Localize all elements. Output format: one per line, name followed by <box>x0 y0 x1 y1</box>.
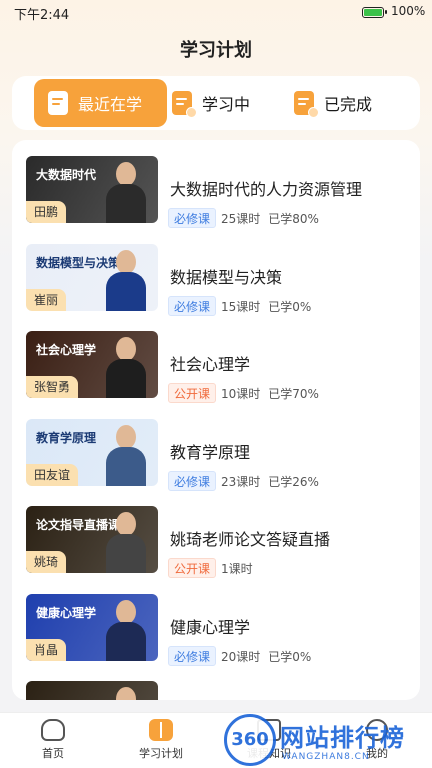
lesson-count: 15课时 <box>221 300 261 314</box>
thumbnail-banner: 健康心理学 <box>36 606 97 620</box>
battery-icon <box>362 7 387 18</box>
watermark-badge: 360 <box>224 714 276 766</box>
teacher-name: 田鹏 <box>26 201 67 223</box>
course-title: 数据模型与决策 <box>170 268 283 287</box>
lesson-count: 23课时 <box>221 475 261 489</box>
course-title: 教育学原理 <box>170 443 251 462</box>
course-item[interactable]: 熊伟老师论文答疑直播课 <box>12 681 420 700</box>
lesson-count: 1课时 <box>221 562 253 576</box>
course-type-tag: 公开课 <box>168 383 217 403</box>
lesson-count: 10课时 <box>221 387 261 401</box>
course-item[interactable]: 社会心理学 张智勇 社会心理学 公开课 10课时 已学70% <box>12 331 420 411</box>
course-meta: 23课时 已学26% <box>221 473 319 490</box>
study-progress: 已学26% <box>268 475 319 489</box>
course-item[interactable]: 健康心理学 肖晶 健康心理学 必修课 20课时 已学0% <box>12 594 420 674</box>
watermark-url: WANGZHAN8.CN <box>282 752 370 762</box>
course-thumbnail: 论文指导直播课 姚琦 <box>26 506 158 573</box>
nav-home[interactable]: 首页 <box>10 719 96 761</box>
course-title: 社会心理学 <box>170 355 251 374</box>
thumbnail-banner: 大数据时代 <box>36 168 97 182</box>
course-meta: 15课时 已学0% <box>221 298 311 315</box>
course-title: 健康心理学 <box>170 618 251 637</box>
course-thumbnail: 健康心理学肖晶 <box>26 594 158 661</box>
document-check-icon <box>294 91 319 118</box>
thumbnail-banner: 教育学原理 <box>36 431 97 445</box>
course-item[interactable]: 大数据时代 田鹏 大数据时代的人力资源管理 必修课 25课时 已学80% <box>12 156 420 236</box>
course-type-tag: 必修课 <box>168 296 217 316</box>
course-list: 大数据时代 田鹏 大数据时代的人力资源管理 必修课 25课时 已学80% 数据模型与决策 崔丽… <box>12 140 420 700</box>
teacher-photo <box>106 250 146 311</box>
teacher-photo <box>106 687 146 700</box>
tab-completed[interactable]: 已完成 <box>294 79 372 127</box>
thumbnail-banner: 社会心理学 <box>36 343 97 357</box>
status-time: 下午2:44 <box>14 8 70 23</box>
tab-label: 已完成 <box>324 95 373 114</box>
tab-recent[interactable]: 最近在学 <box>34 79 167 127</box>
page-title: 学习计划 <box>180 40 252 61</box>
nav-study-plan[interactable]: 学习计划 <box>118 719 204 761</box>
course-type-tag: 必修课 <box>168 208 217 228</box>
tab-bar: 最近在学 学习中 已完成 <box>12 76 420 130</box>
teacher-photo <box>106 425 146 486</box>
course-thumbnail <box>26 681 158 700</box>
course-title: 大数据时代的人力资源管理 <box>170 180 363 199</box>
course-thumbnail: 数据模型与决策 崔丽 <box>26 244 158 311</box>
course-meta: 1课时 <box>221 560 253 577</box>
document-progress-icon <box>172 91 197 118</box>
document-icon <box>48 91 68 115</box>
course-type-tag: 公开课 <box>168 558 217 578</box>
teacher-name: 张智勇 <box>26 376 79 398</box>
course-title: 姚琦老师论文答疑直播 <box>170 530 331 549</box>
course-item[interactable]: 数据模型与决策 崔丽 数据模型与决策 必修课 15课时 已学0% <box>12 244 420 324</box>
course-type-tag: 必修课 <box>168 646 217 666</box>
nav-label: 学习计划 <box>139 747 183 760</box>
status-bar: 下午2:44 100% <box>0 0 432 26</box>
course-meta: 25课时 已学80% <box>221 210 319 227</box>
home-icon <box>41 719 65 741</box>
plan-icon <box>149 719 173 741</box>
teacher-photo <box>106 600 146 661</box>
teacher-photo <box>106 162 146 223</box>
teacher-name: 田友谊 <box>26 464 79 486</box>
study-progress: 已学70% <box>268 387 319 401</box>
nav-label: 首页 <box>42 747 64 760</box>
watermark-text: 网站排行榜 <box>280 724 405 752</box>
course-item[interactable]: 教育学原理 田友谊 教育学原理 必修课 23课时 已学26% <box>12 419 420 499</box>
teacher-name: 肖晶 <box>26 639 67 661</box>
study-progress: 已学0% <box>268 300 312 314</box>
course-meta: 10课时 已学70% <box>221 385 319 402</box>
lesson-count: 25课时 <box>221 212 261 226</box>
course-thumbnail: 教育学原理田友谊 <box>26 419 158 486</box>
teacher-name: 崔丽 <box>26 289 67 311</box>
teacher-photo <box>106 337 146 398</box>
teacher-photo <box>106 512 146 573</box>
battery-percent: 100% <box>391 4 426 18</box>
tab-label: 最近在学 <box>78 95 143 114</box>
tab-label: 学习中 <box>202 95 251 114</box>
course-thumbnail: 社会心理学张智勇 <box>26 331 158 398</box>
tab-in-progress[interactable]: 学习中 <box>172 79 250 127</box>
course-item[interactable]: 论文指导直播课 姚琦 姚琦老师论文答疑直播 公开课 1课时 <box>12 506 420 586</box>
study-progress: 已学0% <box>268 650 312 664</box>
watermark: 360 网站排行榜 WANGZHAN8.CN <box>220 712 432 768</box>
course-type-tag: 必修课 <box>168 471 217 491</box>
course-meta: 20课时 已学0% <box>221 648 311 665</box>
course-thumbnail: 大数据时代田鹏 <box>26 156 158 223</box>
study-progress: 已学80% <box>268 212 319 226</box>
lesson-count: 20课时 <box>221 650 261 664</box>
teacher-name: 姚琦 <box>26 551 67 573</box>
